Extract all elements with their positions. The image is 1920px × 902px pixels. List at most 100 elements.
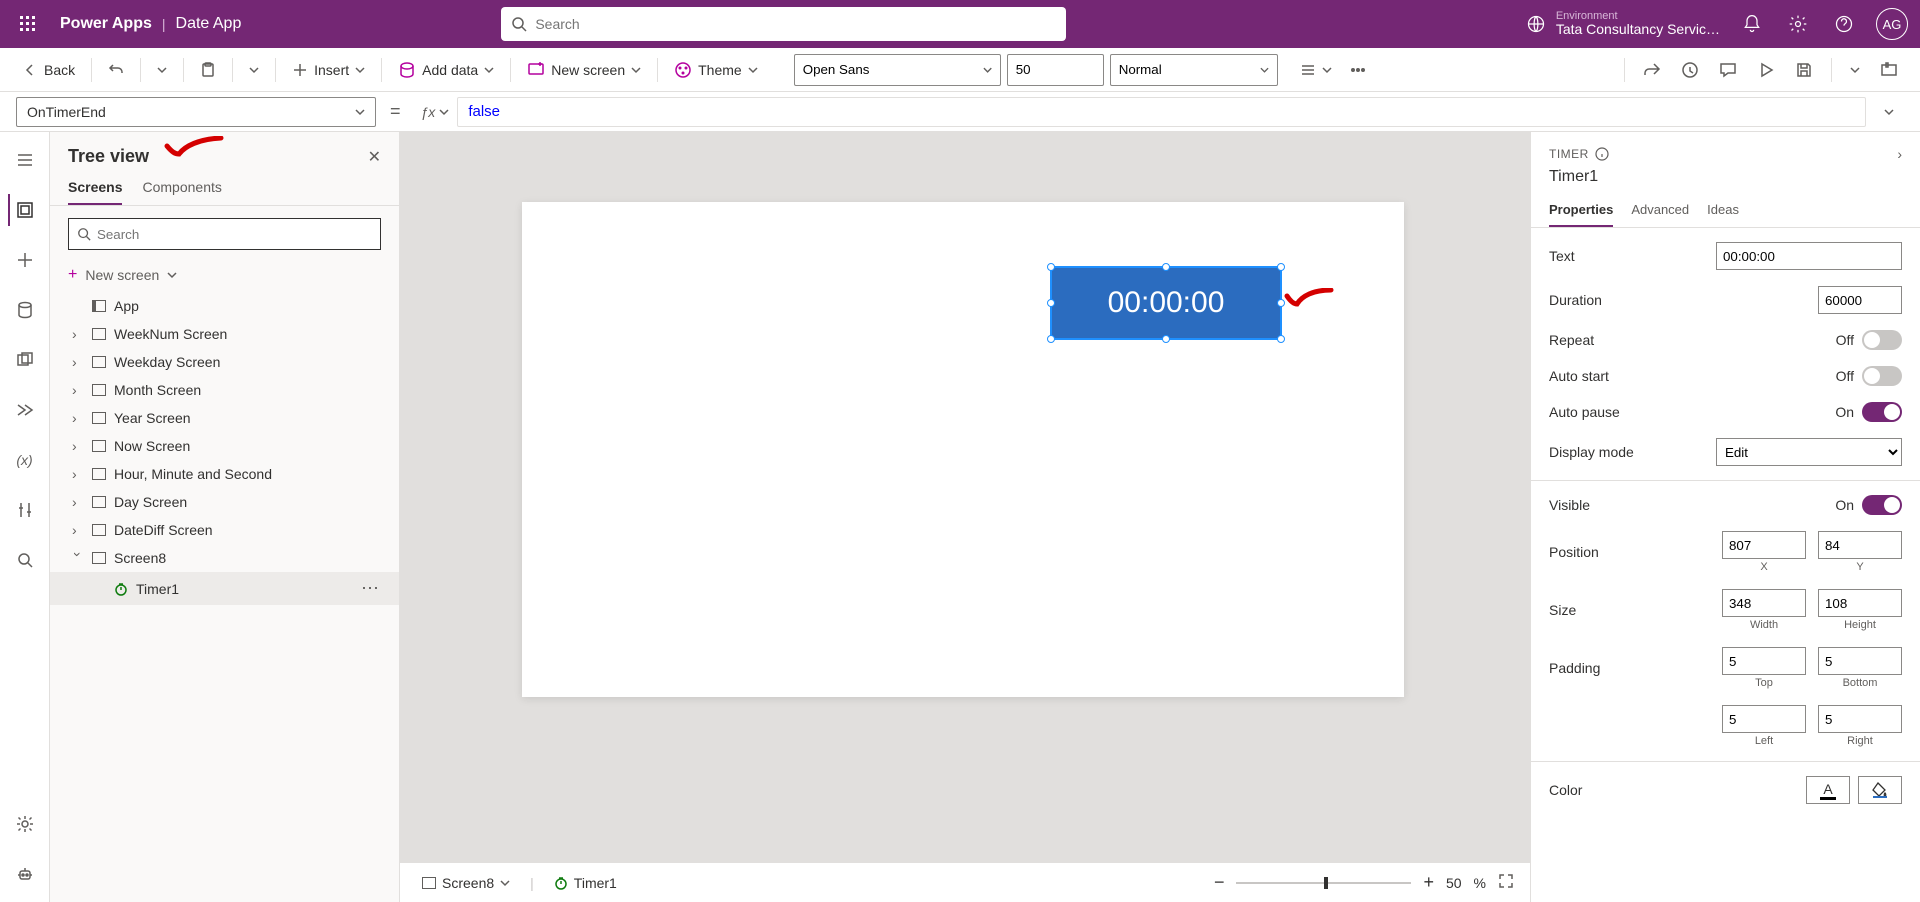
tree-item-screen[interactable]: ›Month Screen [50,376,399,404]
control-name[interactable]: Timer1 [1549,168,1902,186]
new-screen-button[interactable]: New screen [521,57,647,83]
tree-item-screen[interactable]: ›Day Screen [50,488,399,516]
paste-button[interactable] [194,58,222,82]
formula-input[interactable]: false [457,97,1866,127]
prop-displaymode-select[interactable]: Edit [1716,438,1902,466]
timer-control[interactable]: 00:00:00 [1052,268,1280,338]
tree-item-app[interactable]: App [50,292,399,320]
tab-components[interactable]: Components [142,179,221,205]
zoom-out[interactable]: − [1214,872,1225,893]
data-rail-icon[interactable] [9,294,41,326]
user-avatar[interactable]: AG [1876,8,1908,40]
zoom-slider[interactable] [1236,882,1411,884]
media-rail-icon[interactable] [9,344,41,376]
settings-icon[interactable] [1784,10,1812,38]
prop-pad-bottom-input[interactable] [1818,647,1902,675]
fill-color-button[interactable] [1858,776,1902,804]
toggle-autopause[interactable] [1862,402,1902,422]
resize-handle[interactable] [1277,335,1285,343]
publish-button[interactable] [1874,57,1904,83]
font-family-input[interactable] [803,62,977,77]
tree-item-screen[interactable]: ›Hour, Minute and Second [50,460,399,488]
environment-picker[interactable]: Environment Tata Consultancy Servic… [1526,10,1720,37]
resize-handle[interactable] [1162,335,1170,343]
settings-rail-icon[interactable] [9,808,41,840]
undo-menu[interactable] [151,61,173,79]
resize-handle[interactable] [1047,335,1055,343]
resize-handle[interactable] [1162,263,1170,271]
toggle-autostart[interactable] [1862,366,1902,386]
preview-button[interactable] [1751,57,1781,83]
new-screen-tree-button[interactable]: + New screen [50,262,399,292]
prop-height-input[interactable] [1818,589,1902,617]
tree-search-input[interactable] [97,227,372,242]
help-icon[interactable] [1830,10,1858,38]
zoom-in[interactable]: + [1423,872,1434,893]
font-family-select[interactable] [794,54,1001,86]
font-size-select[interactable] [1007,54,1104,86]
toggle-visible[interactable] [1862,495,1902,515]
notifications-icon[interactable] [1738,10,1766,38]
theme-button[interactable]: Theme [668,57,764,83]
tree-search[interactable] [68,218,381,250]
comments-button[interactable] [1713,57,1743,83]
global-search[interactable] [501,7,1066,41]
prop-pad-top-input[interactable] [1722,647,1806,675]
tree-item-screen-expanded[interactable]: ›Screen8 [50,544,399,572]
close-tree-view[interactable]: ✕ [368,147,381,167]
more-commands[interactable] [1344,58,1372,82]
tree-item-screen[interactable]: ›DateDiff Screen [50,516,399,544]
virtual-agent-rail-icon[interactable] [9,858,41,890]
tree-view-icon[interactable] [8,194,40,226]
prop-duration-input[interactable] [1818,286,1902,314]
back-button[interactable]: Back [16,58,81,82]
resize-handle[interactable] [1047,263,1055,271]
canvas-screen[interactable]: 00:00:00 [522,202,1404,697]
toggle-repeat[interactable] [1862,330,1902,350]
search-rail-icon[interactable] [9,544,41,576]
fit-to-window[interactable] [1498,873,1514,892]
resize-handle[interactable] [1277,263,1285,271]
undo-button[interactable] [102,58,130,82]
breadcrumb-control[interactable]: Timer1 [548,871,623,895]
add-data-button[interactable]: Add data [392,57,500,83]
info-icon[interactable] [1595,147,1609,161]
tree-item-screen[interactable]: ›WeekNum Screen [50,320,399,348]
breadcrumb-screen[interactable]: Screen8 [416,871,516,895]
tree-item-timer1[interactable]: Timer1 [50,572,399,605]
prop-y-input[interactable] [1818,531,1902,559]
save-menu[interactable] [1844,61,1866,79]
tree-item-screen[interactable]: ›Year Screen [50,404,399,432]
expand-formula-bar[interactable] [1874,107,1904,117]
prop-width-input[interactable] [1722,589,1806,617]
font-color-button[interactable]: A [1806,776,1850,804]
insert-button[interactable]: Insert [286,58,371,82]
align-menu[interactable] [1294,58,1338,82]
power-automate-rail-icon[interactable] [9,394,41,426]
prop-x-input[interactable] [1722,531,1806,559]
app-name[interactable]: Date App [176,15,242,33]
font-weight-input[interactable] [1119,62,1254,77]
font-size-input[interactable] [1016,62,1095,77]
props-tab-properties[interactable]: Properties [1549,202,1613,227]
prop-text-input[interactable] [1716,242,1902,270]
paste-menu[interactable] [243,61,265,79]
tree-item-screen[interactable]: ›Weekday Screen [50,348,399,376]
save-button[interactable] [1789,57,1819,83]
prop-pad-right-input[interactable] [1818,705,1902,733]
prop-pad-left-input[interactable] [1722,705,1806,733]
advanced-tools-rail-icon[interactable] [9,494,41,526]
variables-rail-icon[interactable]: (x) [9,444,41,476]
insert-rail-icon[interactable] [9,244,41,276]
canvas-area[interactable]: 00:00:00 Screen8 | Timer1 [400,132,1530,902]
props-tab-ideas[interactable]: Ideas [1707,202,1739,227]
hamburger-icon[interactable] [9,144,41,176]
share-button[interactable] [1637,57,1667,83]
resize-handle[interactable] [1047,299,1055,307]
props-tab-advanced[interactable]: Advanced [1631,202,1689,227]
app-checker-button[interactable] [1675,57,1705,83]
product-name[interactable]: Power Apps [60,15,152,33]
expand-props-icon[interactable]: › [1897,146,1902,162]
global-search-input[interactable] [535,16,1056,32]
fx-label[interactable]: ƒx [421,104,450,120]
